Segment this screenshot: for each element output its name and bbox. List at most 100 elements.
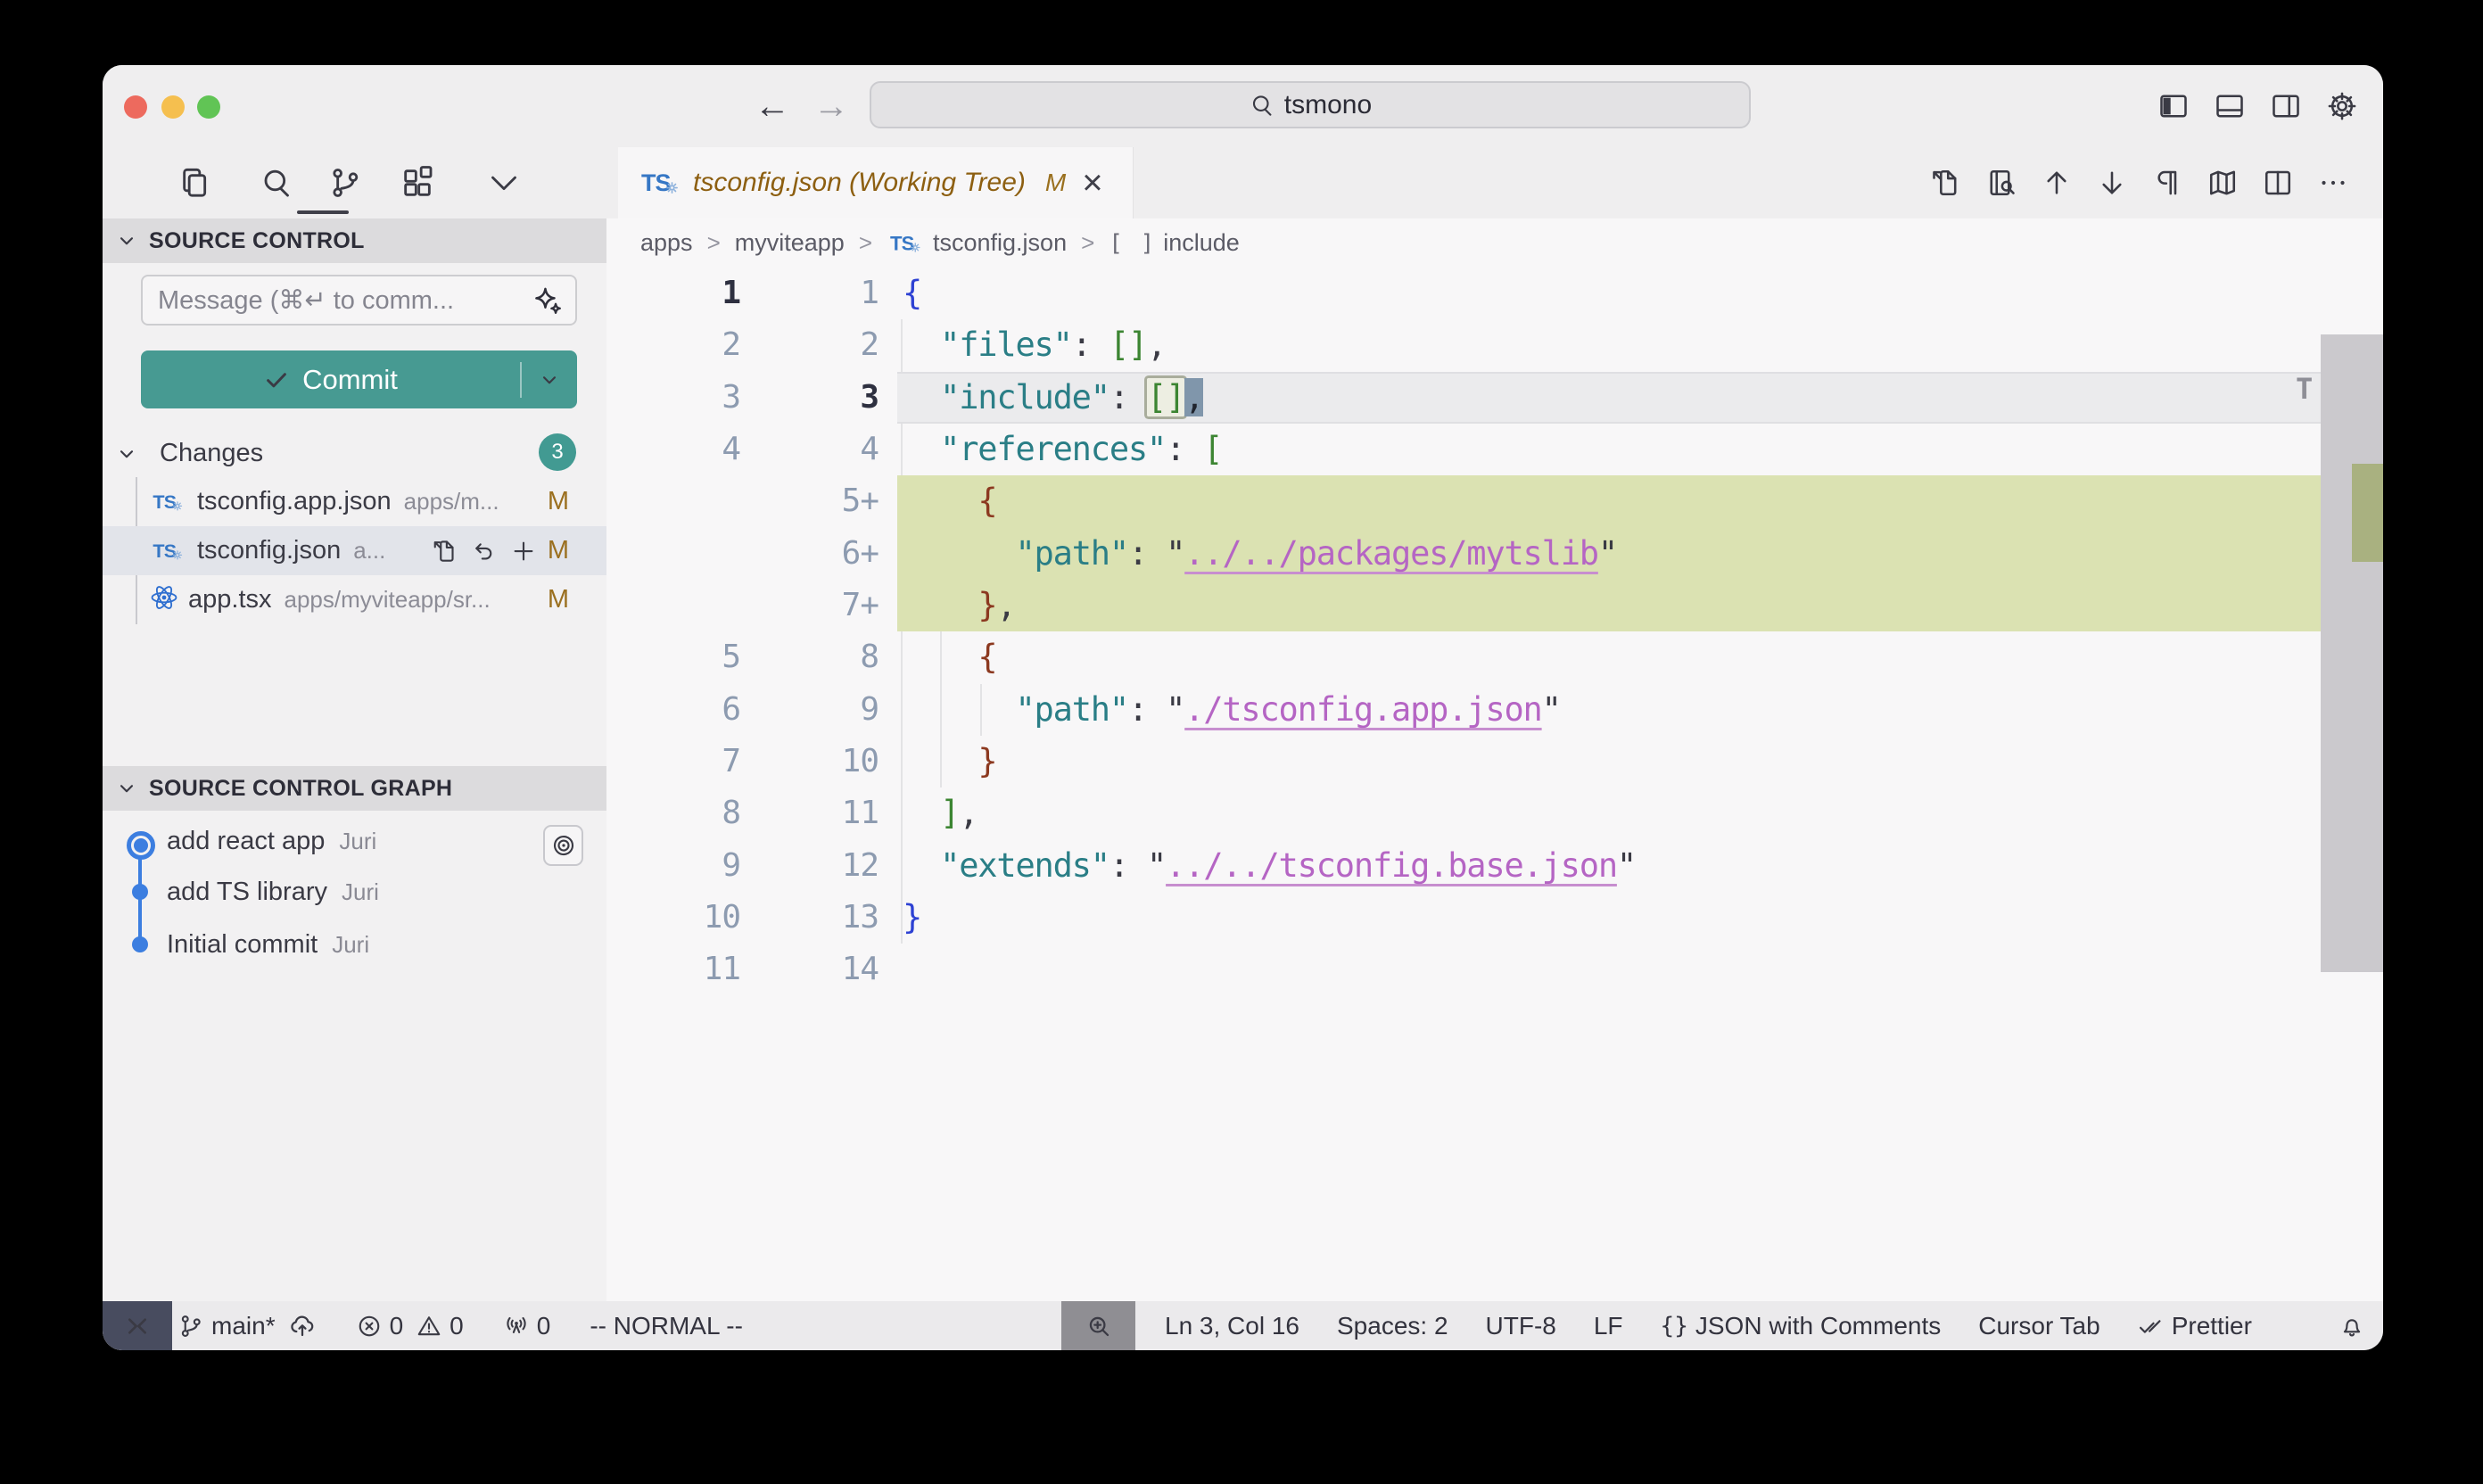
command-center-search[interactable]: tsmono (870, 81, 1751, 128)
breadcrumb-item-myviteapp[interactable]: myviteapp (735, 229, 845, 257)
checkout-target-button[interactable] (543, 825, 583, 866)
breadcrumb-item-tsconfig-json[interactable]: TStsconfig.json (887, 228, 1067, 259)
code-line-4[interactable]: 44 "references": [ (606, 424, 2383, 475)
commit-message-input[interactable]: Message (⌘↵ to comm... (141, 275, 577, 326)
code-line-3[interactable]: 33 "include": [], (606, 372, 2383, 424)
eol-status[interactable]: LF (1594, 1312, 1623, 1340)
layout-panel-icon[interactable] (2214, 90, 2246, 122)
layout-sidebar-left-icon[interactable] (2157, 90, 2190, 122)
stage-icon[interactable] (510, 538, 537, 565)
commit-button[interactable]: Commit (141, 350, 577, 408)
modified-line-number: 5+ (740, 475, 879, 527)
back-arrow-icon[interactable]: ← (755, 87, 790, 126)
modified-line-number: 11 (740, 787, 879, 839)
extensions-icon (400, 165, 435, 201)
overview-ruler-added-marker (2352, 464, 2383, 562)
tab-tsconfig-working-tree[interactable]: TS tsconfig.json (Working Tree) M × (618, 147, 1134, 218)
formatter-status[interactable]: Prettier (2138, 1312, 2252, 1340)
source-control-graph-header[interactable]: SOURCE CONTROL GRAPH (103, 766, 606, 811)
search-icon (259, 165, 294, 201)
language-mode-status[interactable]: {} JSON with Comments (1661, 1312, 1942, 1340)
cursor-position-status[interactable]: Ln 3, Col 16 (1165, 1312, 1299, 1340)
title-bar: ← → tsmono (103, 65, 2383, 147)
double-check-icon (2138, 1313, 2165, 1340)
activity-bar-item-search[interactable] (252, 158, 301, 208)
changed-file-row-tsconfig.app.json[interactable]: TStsconfig.app.jsonapps/m...M (103, 477, 606, 526)
activity-bar-item-source-control[interactable] (320, 158, 370, 208)
code-line-2[interactable]: 22 "files": [], (606, 319, 2383, 371)
code-line-6[interactable]: 6+ "path": "../../packages/mytslib" (606, 528, 2383, 580)
split-editor-icon[interactable] (2262, 167, 2294, 199)
publish-icon[interactable] (288, 1312, 317, 1340)
code-line-1[interactable]: 11{ (606, 268, 2383, 319)
activity-bar-item-extensions[interactable] (392, 158, 442, 208)
code-text: "path": "./tsconfig.app.json" (903, 684, 1561, 736)
source-control-header[interactable]: SOURCE CONTROL (103, 218, 606, 263)
changed-file-row-tsconfig.json[interactable]: TStsconfig.jsona...M (103, 526, 606, 575)
source-control-icon (327, 165, 363, 201)
branch-status[interactable]: main* (177, 1312, 276, 1340)
map-icon[interactable] (2207, 167, 2239, 199)
code-line-7[interactable]: 7+ }, (606, 580, 2383, 631)
code-line-12[interactable]: 912 "extends": "../../tsconfig.base.json… (606, 840, 2383, 892)
changes-section-header[interactable]: Changes (103, 430, 606, 477)
warnings-status[interactable]: 0 (416, 1312, 464, 1340)
book-search-icon[interactable] (1985, 167, 2017, 199)
search-value: tsmono (1284, 90, 1372, 120)
code-line-5[interactable]: 5+ { (606, 475, 2383, 527)
open-file-icon[interactable] (432, 538, 458, 565)
commit-row-1[interactable]: add react appJuri (103, 819, 606, 863)
more-actions-icon[interactable] (2317, 167, 2349, 199)
pilcrow-icon[interactable] (2151, 167, 2183, 199)
changed-file-row-app.tsx[interactable]: app.tsxapps/myviteapp/sr...M (103, 575, 606, 624)
arrow-down-icon[interactable] (2096, 167, 2128, 199)
source-control-title: SOURCE CONTROL (149, 228, 365, 254)
editor-scrollbar[interactable] (2321, 334, 2383, 972)
source-control-graph-title: SOURCE CONTROL GRAPH (149, 776, 452, 802)
encoding-status[interactable]: UTF-8 (1486, 1312, 1556, 1340)
close-window-button[interactable] (124, 95, 147, 119)
breadcrumb-item-include[interactable]: [ ]include (1109, 229, 1240, 257)
file-name: tsconfig.json (197, 536, 341, 565)
changes-label: Changes (160, 439, 263, 468)
error-icon (356, 1313, 383, 1340)
activity-bar-item-files[interactable] (169, 158, 219, 208)
commit-row-3[interactable]: Initial commitJuri (103, 922, 606, 967)
minimize-window-button[interactable] (161, 95, 185, 119)
error-count: 0 (390, 1312, 404, 1340)
code-line-14[interactable]: 1114 (606, 944, 2383, 995)
arrow-up-icon[interactable] (2041, 167, 2073, 199)
commit-dropdown-chevron-icon[interactable] (522, 368, 577, 392)
remote-indicator[interactable] (103, 1301, 172, 1350)
indentation-status[interactable]: Spaces: 2 (1337, 1312, 1448, 1340)
react-file-icon (149, 582, 179, 613)
code-line-8[interactable]: 58 { (606, 631, 2383, 683)
modified-status-badge: M (548, 585, 569, 614)
modified-line-number: 8 (740, 631, 879, 683)
ports-status[interactable]: 0 (503, 1312, 551, 1340)
code-line-10[interactable]: 710 } (606, 736, 2383, 787)
code-text: "files": [], (903, 319, 1166, 371)
code-line-11[interactable]: 811 ], (606, 787, 2383, 839)
discard-changes-icon[interactable] (471, 538, 498, 565)
breadcrumb-item-apps[interactable]: apps (640, 229, 693, 257)
code-line-9[interactable]: 69 "path": "./tsconfig.app.json" (606, 684, 2383, 736)
tsconfig-file-icon: TS (153, 490, 184, 514)
maximize-window-button[interactable] (197, 95, 220, 119)
file-path: apps/m... (404, 488, 499, 515)
tab-close-icon[interactable]: × (1082, 165, 1102, 201)
sparkle-icon[interactable] (532, 285, 562, 316)
code-line-13[interactable]: 1013} (606, 892, 2383, 944)
code-editor[interactable]: 11{22 "files": [],33 "include": [],44 "r… (606, 268, 2383, 1301)
breadcrumb-separator: > (707, 229, 721, 257)
activity-bar-item-more-views[interactable] (479, 158, 529, 208)
forward-arrow-icon[interactable]: → (813, 87, 849, 126)
file-go-icon[interactable] (1930, 167, 1962, 199)
commit-row-2[interactable]: add TS libraryJuri (103, 870, 606, 914)
tab-completion-status[interactable]: Cursor Tab (1978, 1312, 2099, 1340)
gear-icon[interactable] (2326, 90, 2358, 122)
notifications-bell[interactable] (2339, 1301, 2365, 1350)
screencast-zoom-indicator[interactable] (1061, 1301, 1135, 1350)
errors-status[interactable]: 0 (356, 1312, 404, 1340)
layout-sidebar-right-icon[interactable] (2270, 90, 2302, 122)
